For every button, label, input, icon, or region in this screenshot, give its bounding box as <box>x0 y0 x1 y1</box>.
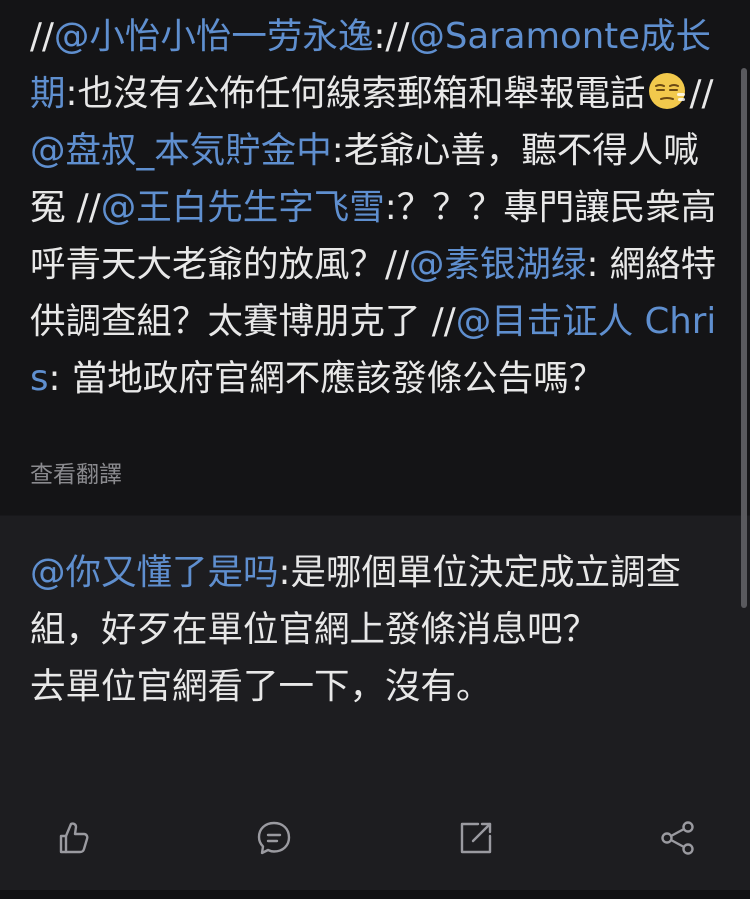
bottom-strip <box>0 890 750 899</box>
translate-link[interactable]: 查看翻譯 <box>30 460 122 490</box>
action-bar <box>0 786 750 890</box>
scrollbar[interactable] <box>741 68 747 608</box>
post-text-segment: :也沒有公佈任何線索郵箱和舉報電話 <box>65 73 646 114</box>
post-text: //@小怡小怡一劳永逸://@Saramonte成长期:也沒有公佈任何線索郵箱和… <box>30 8 726 407</box>
share-button[interactable] <box>658 818 698 858</box>
repost-icon <box>460 822 492 854</box>
share-icon <box>661 821 694 855</box>
post-text-segment: // <box>689 73 714 114</box>
repost-button[interactable] <box>456 818 496 858</box>
mention-link[interactable]: @素银湖绿 <box>409 244 587 285</box>
post-text-segment: // <box>30 16 54 57</box>
repost-card[interactable]: @你又懂了是吗:是哪個單位決定成立調查組，好歹在單位官網上發條消息吧？ 去單位官網… <box>0 516 750 786</box>
weibo-post: //@小怡小怡一劳永逸://@Saramonte成长期:也沒有公佈任何線索郵箱和… <box>0 0 750 515</box>
mention-link[interactable]: @盘叔_本気貯金中 <box>30 130 332 171</box>
smirk-emoji <box>647 71 687 111</box>
like-button[interactable] <box>52 818 92 858</box>
repost-text: @你又懂了是吗:是哪個單位決定成立調查組，好歹在單位官網上發條消息吧？ 去單位官網… <box>30 544 710 715</box>
comment-button[interactable] <box>254 818 294 858</box>
mention-link[interactable]: @你又懂了是吗 <box>30 552 279 593</box>
post-text-segment: : 當地政府官網不應該發條公告嗎？ <box>48 358 605 399</box>
post-text-segment: :// <box>373 16 410 57</box>
like-icon <box>59 822 89 854</box>
comment-icon <box>257 821 291 855</box>
mention-link[interactable]: @王白先生字飞雪 <box>101 187 385 228</box>
repost-body-line2: 去單位官網看了一下，沒有。 <box>30 666 492 707</box>
mention-link[interactable]: @小怡小怡一劳永逸 <box>54 16 374 57</box>
